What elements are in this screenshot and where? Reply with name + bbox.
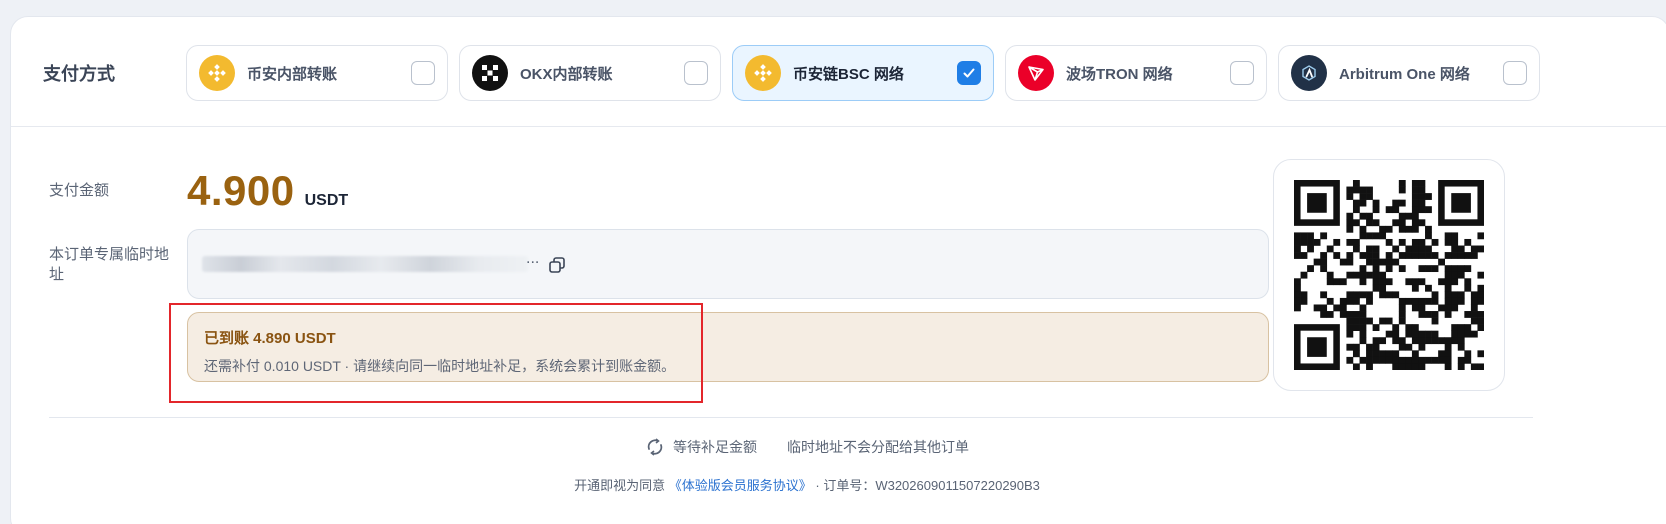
payment-method-label: 支付方式	[43, 64, 115, 84]
checkbox-okx-internal[interactable]	[684, 61, 708, 85]
copy-icon	[549, 257, 565, 273]
footer: 开通即视为同意 《体验版会员服务协议》 · 订单号：W3202609011507…	[11, 475, 1603, 494]
agreement-link[interactable]: 《体验版会员服务协议》	[669, 478, 812, 493]
method-label-arbitrum: Arbitrum One 网络	[1339, 65, 1470, 83]
order-number: W3202609011507220290B3	[875, 478, 1040, 493]
method-label-binance-internal: 币安内部转账	[247, 65, 338, 83]
address-note: 临时地址不会分配给其他订单	[787, 439, 969, 455]
checkmark-icon	[963, 68, 975, 78]
method-label-tron: 波场TRON 网络	[1066, 65, 1173, 83]
status-row: 等待补足金额 临时地址不会分配给其他订单	[11, 437, 1603, 457]
method-label-bsc: 币安链BSC 网络	[793, 65, 904, 83]
address-label: 本订单专属临时地址	[49, 246, 170, 283]
checkbox-binance-internal[interactable]	[411, 61, 435, 85]
waiting-text: 等待补足金额	[673, 439, 757, 455]
method-card-arbitrum[interactable]: Arbitrum One 网络	[1278, 45, 1540, 101]
qr-code	[1294, 180, 1484, 370]
amount-currency: USDT	[304, 192, 349, 209]
method-card-binance-internal[interactable]: 币安内部转账	[186, 45, 448, 101]
address-ellipsis: ...	[526, 250, 540, 267]
checkbox-bsc[interactable]	[957, 61, 981, 85]
amount-value: 4.900	[187, 167, 295, 214]
amount-label: 支付金额	[49, 182, 110, 199]
notice-title: 已到账 4.890 USDT	[204, 330, 336, 347]
okx-icon	[472, 55, 508, 91]
checkbox-tron[interactable]	[1230, 61, 1254, 85]
divider	[49, 417, 1533, 418]
order-prefix: · 订单号：	[815, 478, 876, 493]
arbitrum-icon	[1291, 55, 1327, 91]
bsc-icon	[745, 55, 781, 91]
payment-method-row: 支付方式 币安内部转账 OKX内部转账 币安链BSC 网络 波场TRON 网络 …	[11, 17, 1666, 127]
method-card-tron[interactable]: 波场TRON 网络	[1005, 45, 1267, 101]
qr-code-card	[1273, 159, 1505, 391]
payment-amount: 4.900 USDT	[187, 167, 348, 215]
binance-icon	[199, 55, 235, 91]
partial-payment-notice: 已到账 4.890 USDT 还需补付 0.010 USDT · 请继续向同一临…	[187, 312, 1269, 382]
tron-icon	[1018, 55, 1054, 91]
checkbox-arbitrum[interactable]	[1503, 61, 1527, 85]
address-redacted[interactable]	[202, 256, 528, 272]
method-label-okx-internal: OKX内部转账	[520, 65, 613, 83]
payment-panel: 支付方式 币安内部转账 OKX内部转账 币安链BSC 网络 波场TRON 网络 …	[10, 16, 1666, 524]
footer-prefix: 开通即视为同意	[574, 478, 666, 493]
waiting-status: 等待补足金额	[645, 437, 757, 457]
method-card-bsc[interactable]: 币安链BSC 网络	[732, 45, 994, 101]
copy-address-button[interactable]	[546, 254, 568, 276]
method-card-okx-internal[interactable]: OKX内部转账	[459, 45, 721, 101]
notice-text: 还需补付 0.010 USDT · 请继续向同一临时地址补足，系统会累计到账金额…	[204, 358, 676, 374]
address-box: ...	[187, 229, 1269, 299]
refresh-icon	[645, 437, 665, 457]
